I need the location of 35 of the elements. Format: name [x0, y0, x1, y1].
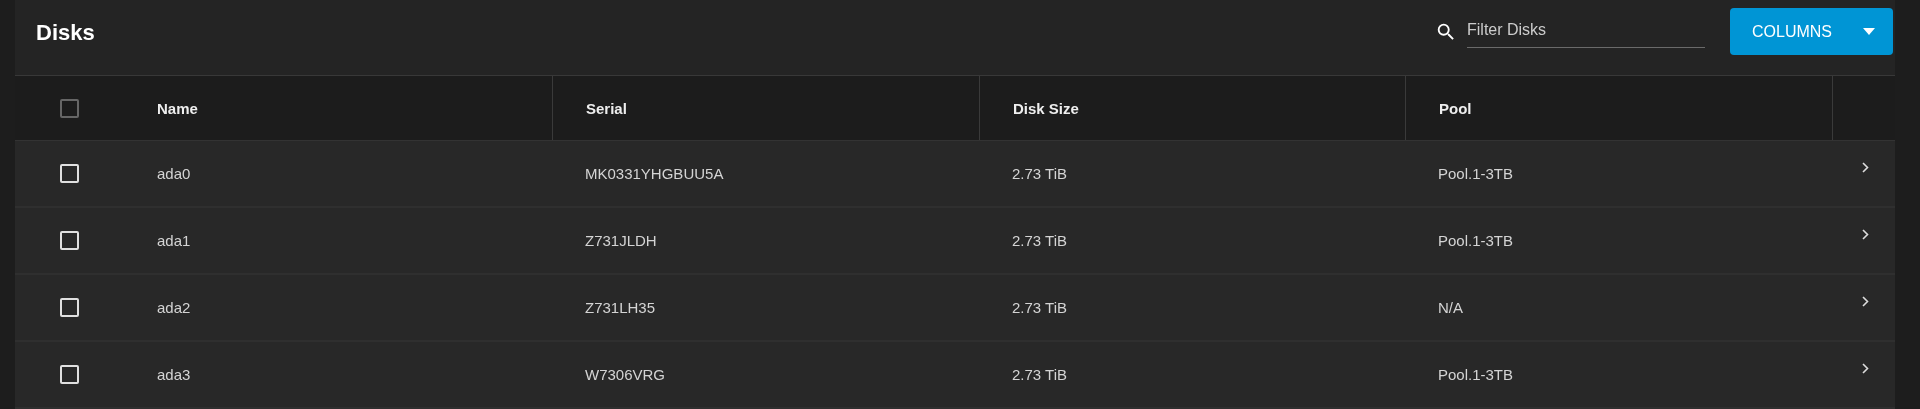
row-checkbox[interactable] [60, 365, 79, 384]
table-cell: Pool.1-3TB [1438, 232, 1514, 249]
page-title: Disks [36, 20, 95, 46]
table-cell: 2.73 TiB [1012, 232, 1068, 249]
chevron-right-icon[interactable] [1862, 229, 1869, 240]
column-header[interactable]: Disk Size [1013, 99, 1079, 117]
table-cell: 2.73 TiB [1012, 165, 1068, 182]
table-row[interactable]: ada1 Z731JLDH 2.73 TiB Pool.1-3TB [15, 208, 1895, 275]
chevron-right-icon[interactable] [1862, 363, 1869, 374]
chevron-right-icon[interactable] [1862, 296, 1869, 307]
table-cell: ada0 [157, 165, 191, 182]
filter-field[interactable]: Filter Disks [1467, 15, 1705, 48]
table-cell: Z731LH35 [585, 299, 656, 316]
table-cell: Z731JLDH [585, 232, 657, 249]
table-cell: W7306VRG [585, 366, 666, 383]
row-checkbox[interactable] [60, 164, 79, 183]
table-cell: ada1 [157, 232, 191, 249]
table-cell: ada3 [157, 366, 191, 383]
table-cell: N/A [1438, 299, 1463, 316]
table-cell: 2.73 TiB [1012, 366, 1068, 383]
table-row[interactable]: ada3 W7306VRG 2.73 TiB Pool.1-3TB [15, 342, 1895, 409]
table-row[interactable]: ada0 MK0331YHGBUU5A 2.73 TiB Pool.1-3TB [15, 141, 1895, 208]
table-cell: MK0331YHGBUU5A [585, 165, 724, 182]
table-row[interactable]: ada2 Z731LH35 2.73 TiB N/A [15, 275, 1895, 342]
table-cell: Pool.1-3TB [1438, 366, 1514, 383]
caret-icon [1863, 28, 1875, 35]
row-checkbox[interactable] [60, 231, 79, 250]
column-header[interactable]: Pool [1439, 99, 1472, 117]
table-cell: Pool.1-3TB [1438, 165, 1514, 182]
table-cell: ada2 [157, 299, 191, 316]
table-cell: 2.73 TiB [1012, 299, 1068, 316]
column-header[interactable]: Name [157, 99, 198, 117]
column-header[interactable]: Serial [586, 99, 627, 117]
row-checkbox[interactable] [60, 298, 79, 317]
chevron-right-icon[interactable] [1862, 162, 1869, 173]
